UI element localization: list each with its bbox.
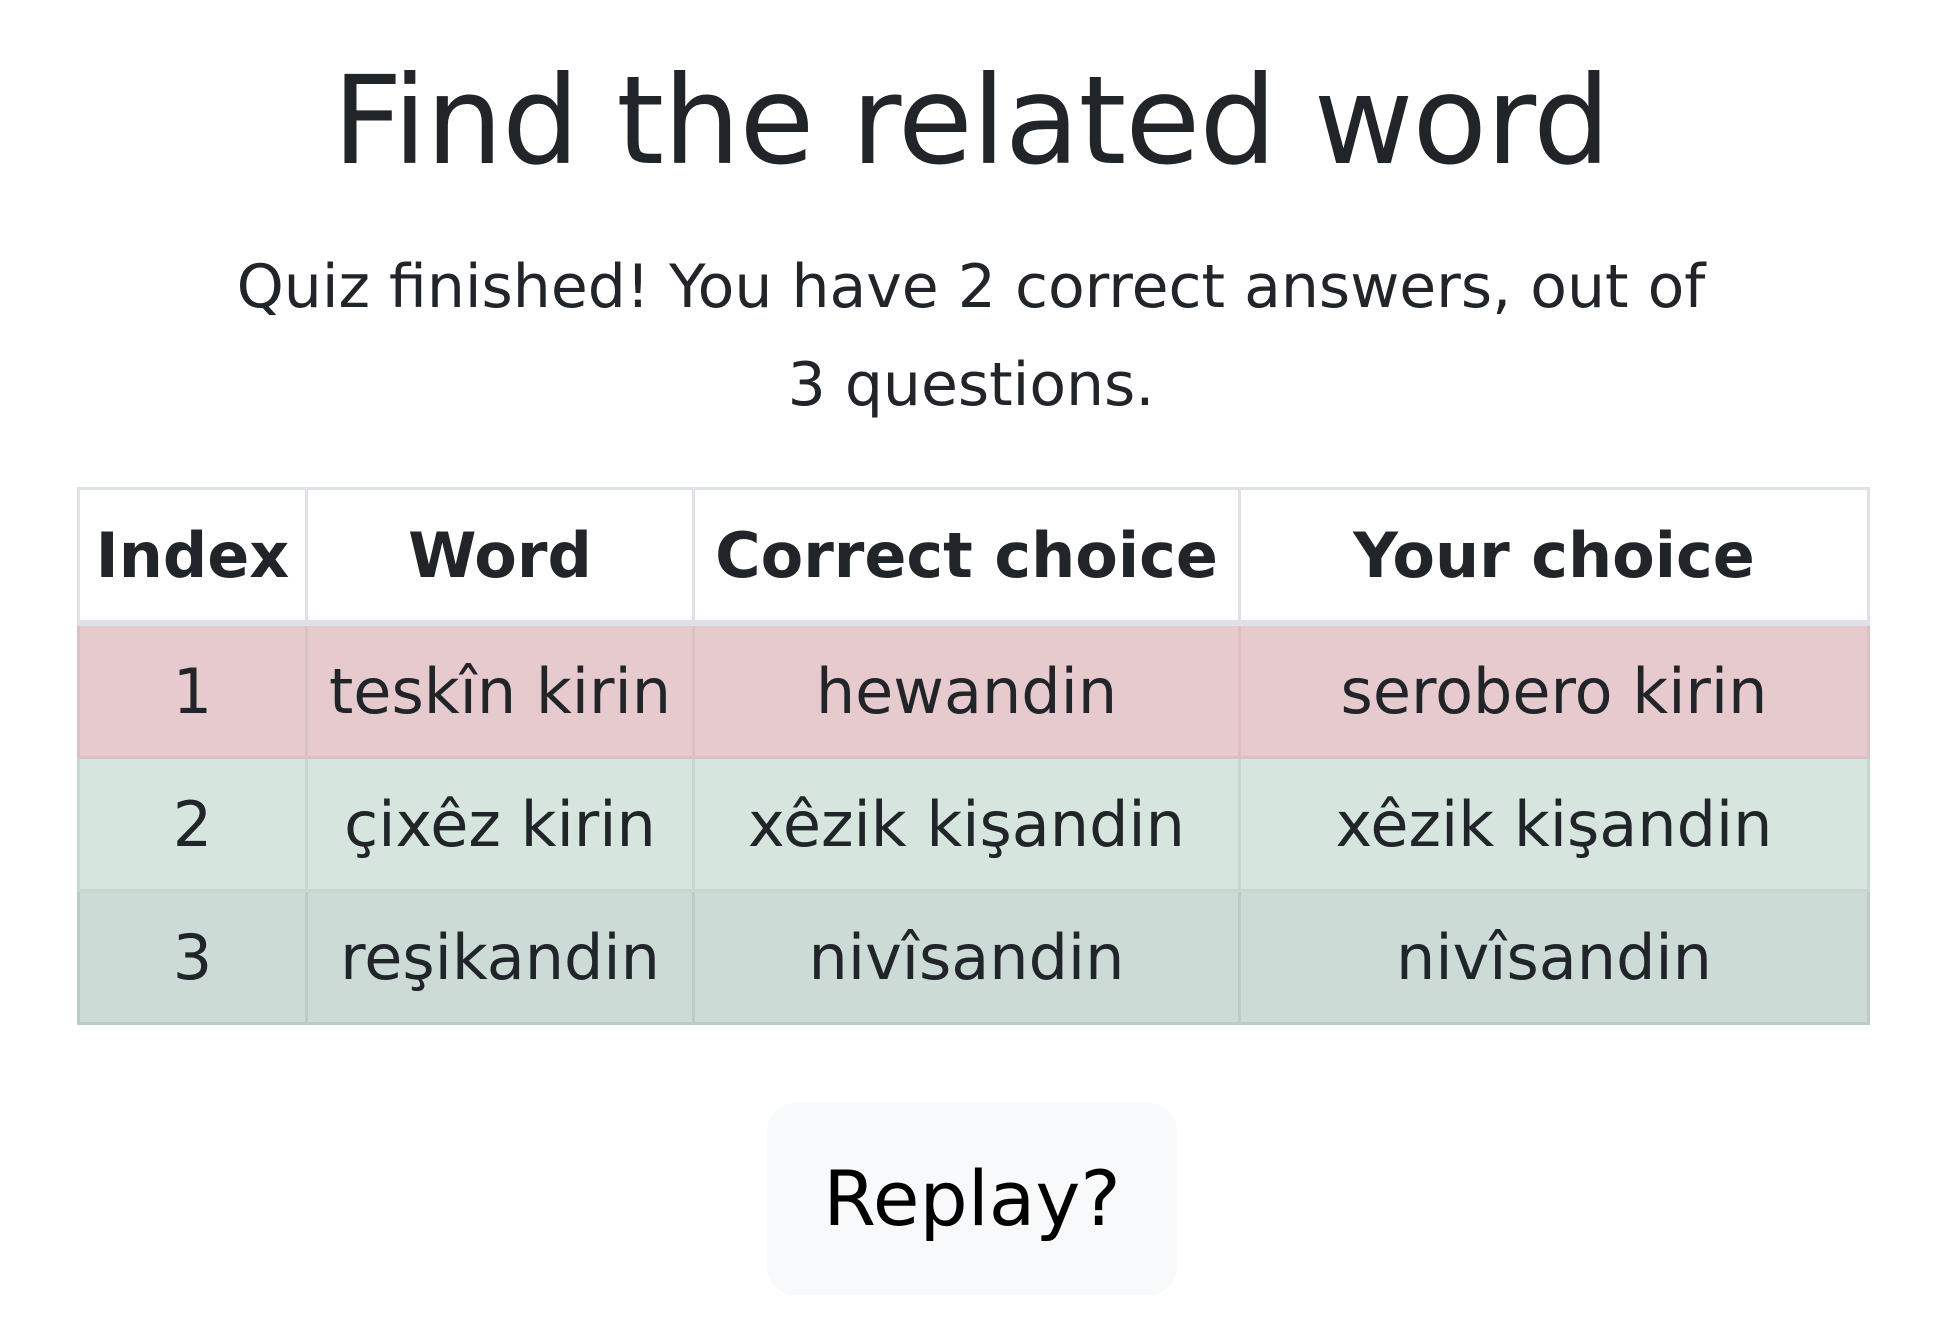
- cell-your-choice: nivîsandin: [1238, 889, 1870, 1025]
- column-header-index: Index: [77, 487, 308, 626]
- quiz-results-page: Find the related word Quiz finished! You…: [0, 0, 1942, 1332]
- replay-button[interactable]: Replay?: [767, 1103, 1177, 1295]
- quiz-summary: Quiz finished! You have 2 correct answer…: [236, 252, 1706, 420]
- table-row-correct: 3 reşikandin nivîsandin nivîsandin: [77, 889, 1870, 1025]
- cell-index: 1: [77, 621, 308, 759]
- results-table: Index Word Correct choice Your choice 1 …: [77, 487, 1870, 1025]
- table-header-row: Index Word Correct choice Your choice: [77, 487, 1870, 626]
- table-row-incorrect: 1 teskîn kirin hewandin serobero kirin: [77, 621, 1870, 759]
- cell-correct-choice: nivîsandin: [692, 889, 1241, 1025]
- cell-correct-choice: hewandin: [692, 621, 1241, 759]
- column-header-your-choice: Your choice: [1238, 487, 1870, 626]
- cell-your-choice: serobero kirin: [1238, 621, 1870, 759]
- cell-index: 2: [77, 756, 308, 892]
- cell-word: reşikandin: [305, 889, 695, 1025]
- cell-word: çixêz kirin: [305, 756, 695, 892]
- cell-correct-choice: xêzik kişandin: [692, 756, 1241, 892]
- page-title: Find the related word: [332, 50, 1611, 192]
- table-row-correct: 2 çixêz kirin xêzik kişandin xêzik kişan…: [77, 756, 1870, 892]
- column-header-correct-choice: Correct choice: [692, 487, 1241, 626]
- cell-your-choice: xêzik kişandin: [1238, 756, 1870, 892]
- cell-index: 3: [77, 889, 308, 1025]
- cell-word: teskîn kirin: [305, 621, 695, 759]
- column-header-word: Word: [305, 487, 695, 626]
